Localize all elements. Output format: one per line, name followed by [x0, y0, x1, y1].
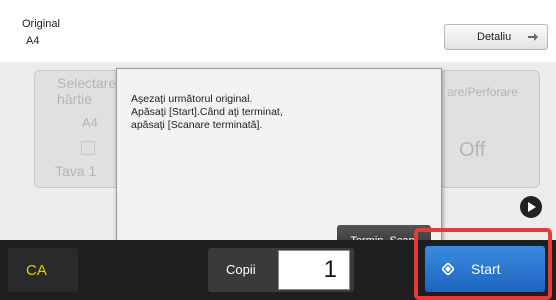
original-size: A4: [26, 35, 40, 47]
tray-label: Tava 1: [55, 163, 97, 179]
message-line: Apăsaţi [Start].Când aţi terminat,: [131, 106, 283, 118]
message-line: apăsaţi [Scanare terminată].: [131, 119, 263, 131]
scan-dialog: Aşezaţi următorul original. Apăsaţi [Sta…: [116, 68, 442, 262]
copies-label: Copii: [226, 262, 256, 277]
main-area: Selectare hârtie A4 Tava 1 are/Perforare…: [0, 62, 556, 262]
dialog-message: Aşezaţi următorul original. Apăsaţi [Sta…: [131, 93, 283, 132]
start-button[interactable]: Start: [425, 246, 545, 292]
start-diamond-icon: [442, 263, 454, 275]
paper-size: A4: [82, 115, 98, 130]
staple-punch-label: are/Perforare: [447, 85, 518, 99]
top-bar: Original A4 Detaliu: [0, 0, 556, 62]
ca-label: CA: [26, 261, 47, 279]
start-label: Start: [471, 261, 501, 277]
staple-punch-value: Off: [459, 139, 486, 161]
staple-punch-tile[interactable]: are/Perforare Off: [440, 70, 540, 188]
copy-screen: Original A4 Detaliu Selectare hârtie A4 …: [0, 0, 556, 300]
tray-icon: [81, 141, 95, 155]
detail-label: Detaliu: [477, 31, 512, 43]
copies-field[interactable]: 1: [278, 250, 350, 290]
next-page-icon: [528, 202, 536, 212]
ca-button[interactable]: CA: [8, 248, 78, 292]
original-label: Original: [22, 18, 60, 30]
detail-button[interactable]: Detaliu: [444, 24, 548, 50]
arrow-right-icon: [528, 33, 538, 41]
original-info[interactable]: Original A4: [22, 16, 60, 50]
next-page-button[interactable]: [520, 196, 542, 218]
message-line: Aşezaţi următorul original.: [131, 93, 253, 105]
